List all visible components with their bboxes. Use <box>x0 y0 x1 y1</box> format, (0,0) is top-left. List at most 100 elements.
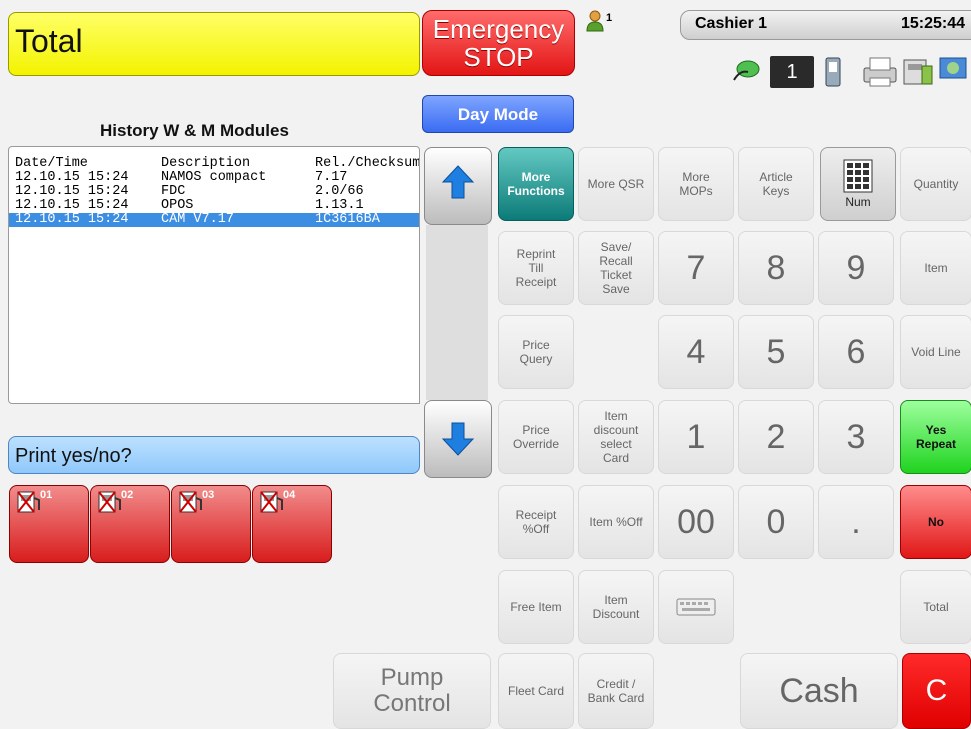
emergency-line2: STOP <box>463 42 534 72</box>
more-mops-line1: More <box>682 170 710 184</box>
free-item-button[interactable]: Free Item <box>498 570 574 644</box>
scroll-down-button[interactable] <box>424 400 492 478</box>
history-row[interactable]: 12.10.15 15:24 NAMOS compact 7.17 <box>9 171 419 185</box>
key-4[interactable]: 4 <box>658 315 734 389</box>
save-recall-line1: Save/ <box>600 240 632 254</box>
item-discount-line1: Item <box>604 593 628 607</box>
yes-repeat-button[interactable]: Yes Repeat <box>900 400 971 474</box>
row-description: CAM V7.17 <box>161 212 234 227</box>
terminal-number: 1 <box>770 56 814 88</box>
more-functions-line2: Functions <box>507 184 565 198</box>
cash-button[interactable]: Cash <box>740 653 898 729</box>
pump-control-button[interactable]: Pump Control <box>333 653 491 729</box>
key-9[interactable]: 9 <box>818 231 894 305</box>
arrow-up-icon <box>441 165 475 199</box>
clear-button[interactable]: C <box>902 653 971 729</box>
void-line-button[interactable]: Void Line <box>900 315 971 389</box>
clock-time: 15:25:44 <box>900 15 965 32</box>
fuel-pump-icon <box>98 491 121 513</box>
cash-drawer-icon[interactable] <box>902 54 936 88</box>
user-icon <box>586 10 604 32</box>
prompt-text: Print yes/no? <box>15 445 132 467</box>
arrow-down-icon <box>441 422 475 456</box>
key-3[interactable]: 3 <box>818 400 894 474</box>
row-checksum: 1C3616BA <box>315 212 380 227</box>
row-description: NAMOS compact <box>161 170 267 185</box>
keyboard-button[interactable] <box>658 570 734 644</box>
reprint-line1: Reprint <box>516 247 556 261</box>
item-button[interactable]: Item <box>900 231 971 305</box>
pump-button-04[interactable]: 04 <box>252 485 332 563</box>
total-display: Total <box>8 12 420 76</box>
item-label: Item <box>924 261 948 275</box>
quantity-button[interactable]: Quantity <box>900 147 971 221</box>
item-discount-line2: Discount <box>592 607 640 621</box>
no-label: No <box>928 515 944 529</box>
credit-bank-card-button[interactable]: Credit / Bank Card <box>578 653 654 729</box>
fleet-card-button[interactable]: Fleet Card <box>498 653 574 729</box>
more-qsr-button[interactable]: More QSR <box>578 147 654 221</box>
total-button[interactable]: Total <box>900 570 971 644</box>
scroll-up-button[interactable] <box>424 147 492 225</box>
row-description: OPOS <box>161 198 194 213</box>
credit-line2: Bank Card <box>587 691 645 705</box>
key-2[interactable]: 2 <box>738 400 814 474</box>
key-6[interactable]: 6 <box>818 315 894 389</box>
phone-icon[interactable] <box>822 56 844 88</box>
more-mops-line2: MOPs <box>679 184 713 198</box>
reprint-line2: Till <box>528 261 544 275</box>
key-5[interactable]: 5 <box>738 315 814 389</box>
fuel-pump-icon <box>17 491 40 513</box>
pump-control-line1: Pump <box>380 664 444 691</box>
day-mode-button[interactable]: Day Mode <box>422 95 574 133</box>
price-override-line2: Override <box>512 437 559 451</box>
save-recall-ticket-button[interactable]: Save/Recall Ticket Save <box>578 231 654 305</box>
history-row-selected[interactable]: 12.10.15 15:24 CAM V7.17 1C3616BA <box>9 213 419 227</box>
pump-button-02[interactable]: 02 <box>90 485 170 563</box>
pump-control-line2: Control <box>373 690 451 717</box>
item-off-button[interactable]: Item %Off <box>578 485 654 559</box>
no-button[interactable]: No <box>900 485 971 559</box>
save-recall-line2: Recall <box>599 254 633 268</box>
key-8[interactable]: 8 <box>738 231 814 305</box>
history-row[interactable]: 12.10.15 15:24 FDC 2.0/66 <box>9 185 419 199</box>
save-recall-line4: Save <box>602 282 630 296</box>
more-mops-button[interactable]: More MOPs <box>658 147 734 221</box>
emergency-line1: Emergency <box>432 14 565 44</box>
void-line-label: Void Line <box>911 345 961 359</box>
ids-line3: select <box>600 437 632 451</box>
receipt-off-button[interactable]: Receipt %Off <box>498 485 574 559</box>
item-discount-select-button[interactable]: Item discount select Card <box>578 400 654 474</box>
pump-button-01[interactable]: 01 <box>9 485 89 563</box>
more-functions-button[interactable]: More Functions <box>498 147 574 221</box>
pump-button-03[interactable]: 03 <box>171 485 251 563</box>
row-datetime: 12.10.15 15:24 <box>15 198 129 213</box>
more-qsr-label: More QSR <box>587 177 645 191</box>
history-row[interactable]: 12.10.15 15:24 OPOS 1.13.1 <box>9 199 419 213</box>
header-description: Description <box>161 156 251 171</box>
cloud-status-icon[interactable] <box>732 58 762 82</box>
price-query-button[interactable]: Price Query <box>498 315 574 389</box>
key-1[interactable]: 1 <box>658 400 734 474</box>
receipt-off-line1: Receipt <box>515 508 557 522</box>
price-override-line1: Price <box>522 423 550 437</box>
fleet-card-label: Fleet Card <box>507 684 565 698</box>
emergency-stop-button[interactable]: Emergency STOP <box>422 10 575 76</box>
reprint-receipt-button[interactable]: Reprint Till Receipt <box>498 231 574 305</box>
scroll-track[interactable] <box>426 225 488 400</box>
history-list[interactable]: Date/Time Description Rel./Checksum 12.1… <box>8 146 420 404</box>
price-override-button[interactable]: Price Override <box>498 400 574 474</box>
key-0[interactable]: 0 <box>738 485 814 559</box>
key-00[interactable]: 00 <box>658 485 734 559</box>
network-icon[interactable] <box>938 52 971 88</box>
fuel-pump-icon <box>260 491 283 513</box>
key-7[interactable]: 7 <box>658 231 734 305</box>
header-datetime: Date/Time <box>15 156 88 171</box>
repeat-label: Repeat <box>915 437 956 451</box>
num-button[interactable]: Num <box>820 147 896 221</box>
more-functions-line1: More <box>521 170 551 184</box>
printer-icon[interactable] <box>862 54 898 88</box>
item-discount-button[interactable]: Item Discount <box>578 570 654 644</box>
article-keys-button[interactable]: Article Keys <box>738 147 814 221</box>
key-decimal[interactable]: . <box>818 485 894 559</box>
